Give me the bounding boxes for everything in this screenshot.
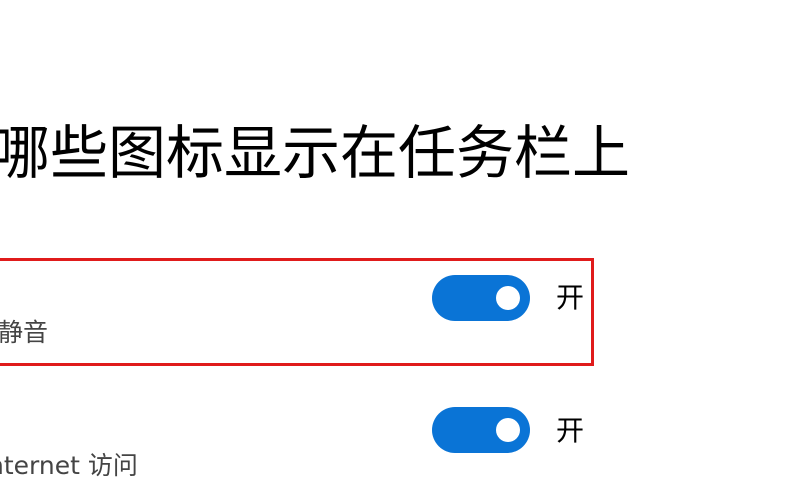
toggle-state-label: 开 bbox=[556, 414, 585, 447]
toggle-knob-icon bbox=[496, 418, 520, 442]
settings-page: 哪些图标显示在任务栏上 开 静音 开 nternet 访问 bbox=[0, 0, 800, 500]
toggle-switch-internet-access[interactable] bbox=[432, 407, 530, 453]
toggle-switch-mute[interactable] bbox=[432, 275, 530, 321]
page-title: 哪些图标显示在任务栏上 bbox=[0, 119, 631, 187]
toggle-knob-icon bbox=[496, 286, 520, 310]
setting-description: nternet 访问 bbox=[0, 451, 138, 480]
setting-description: 静音 bbox=[0, 318, 49, 347]
toggle-state-label: 开 bbox=[556, 281, 585, 314]
